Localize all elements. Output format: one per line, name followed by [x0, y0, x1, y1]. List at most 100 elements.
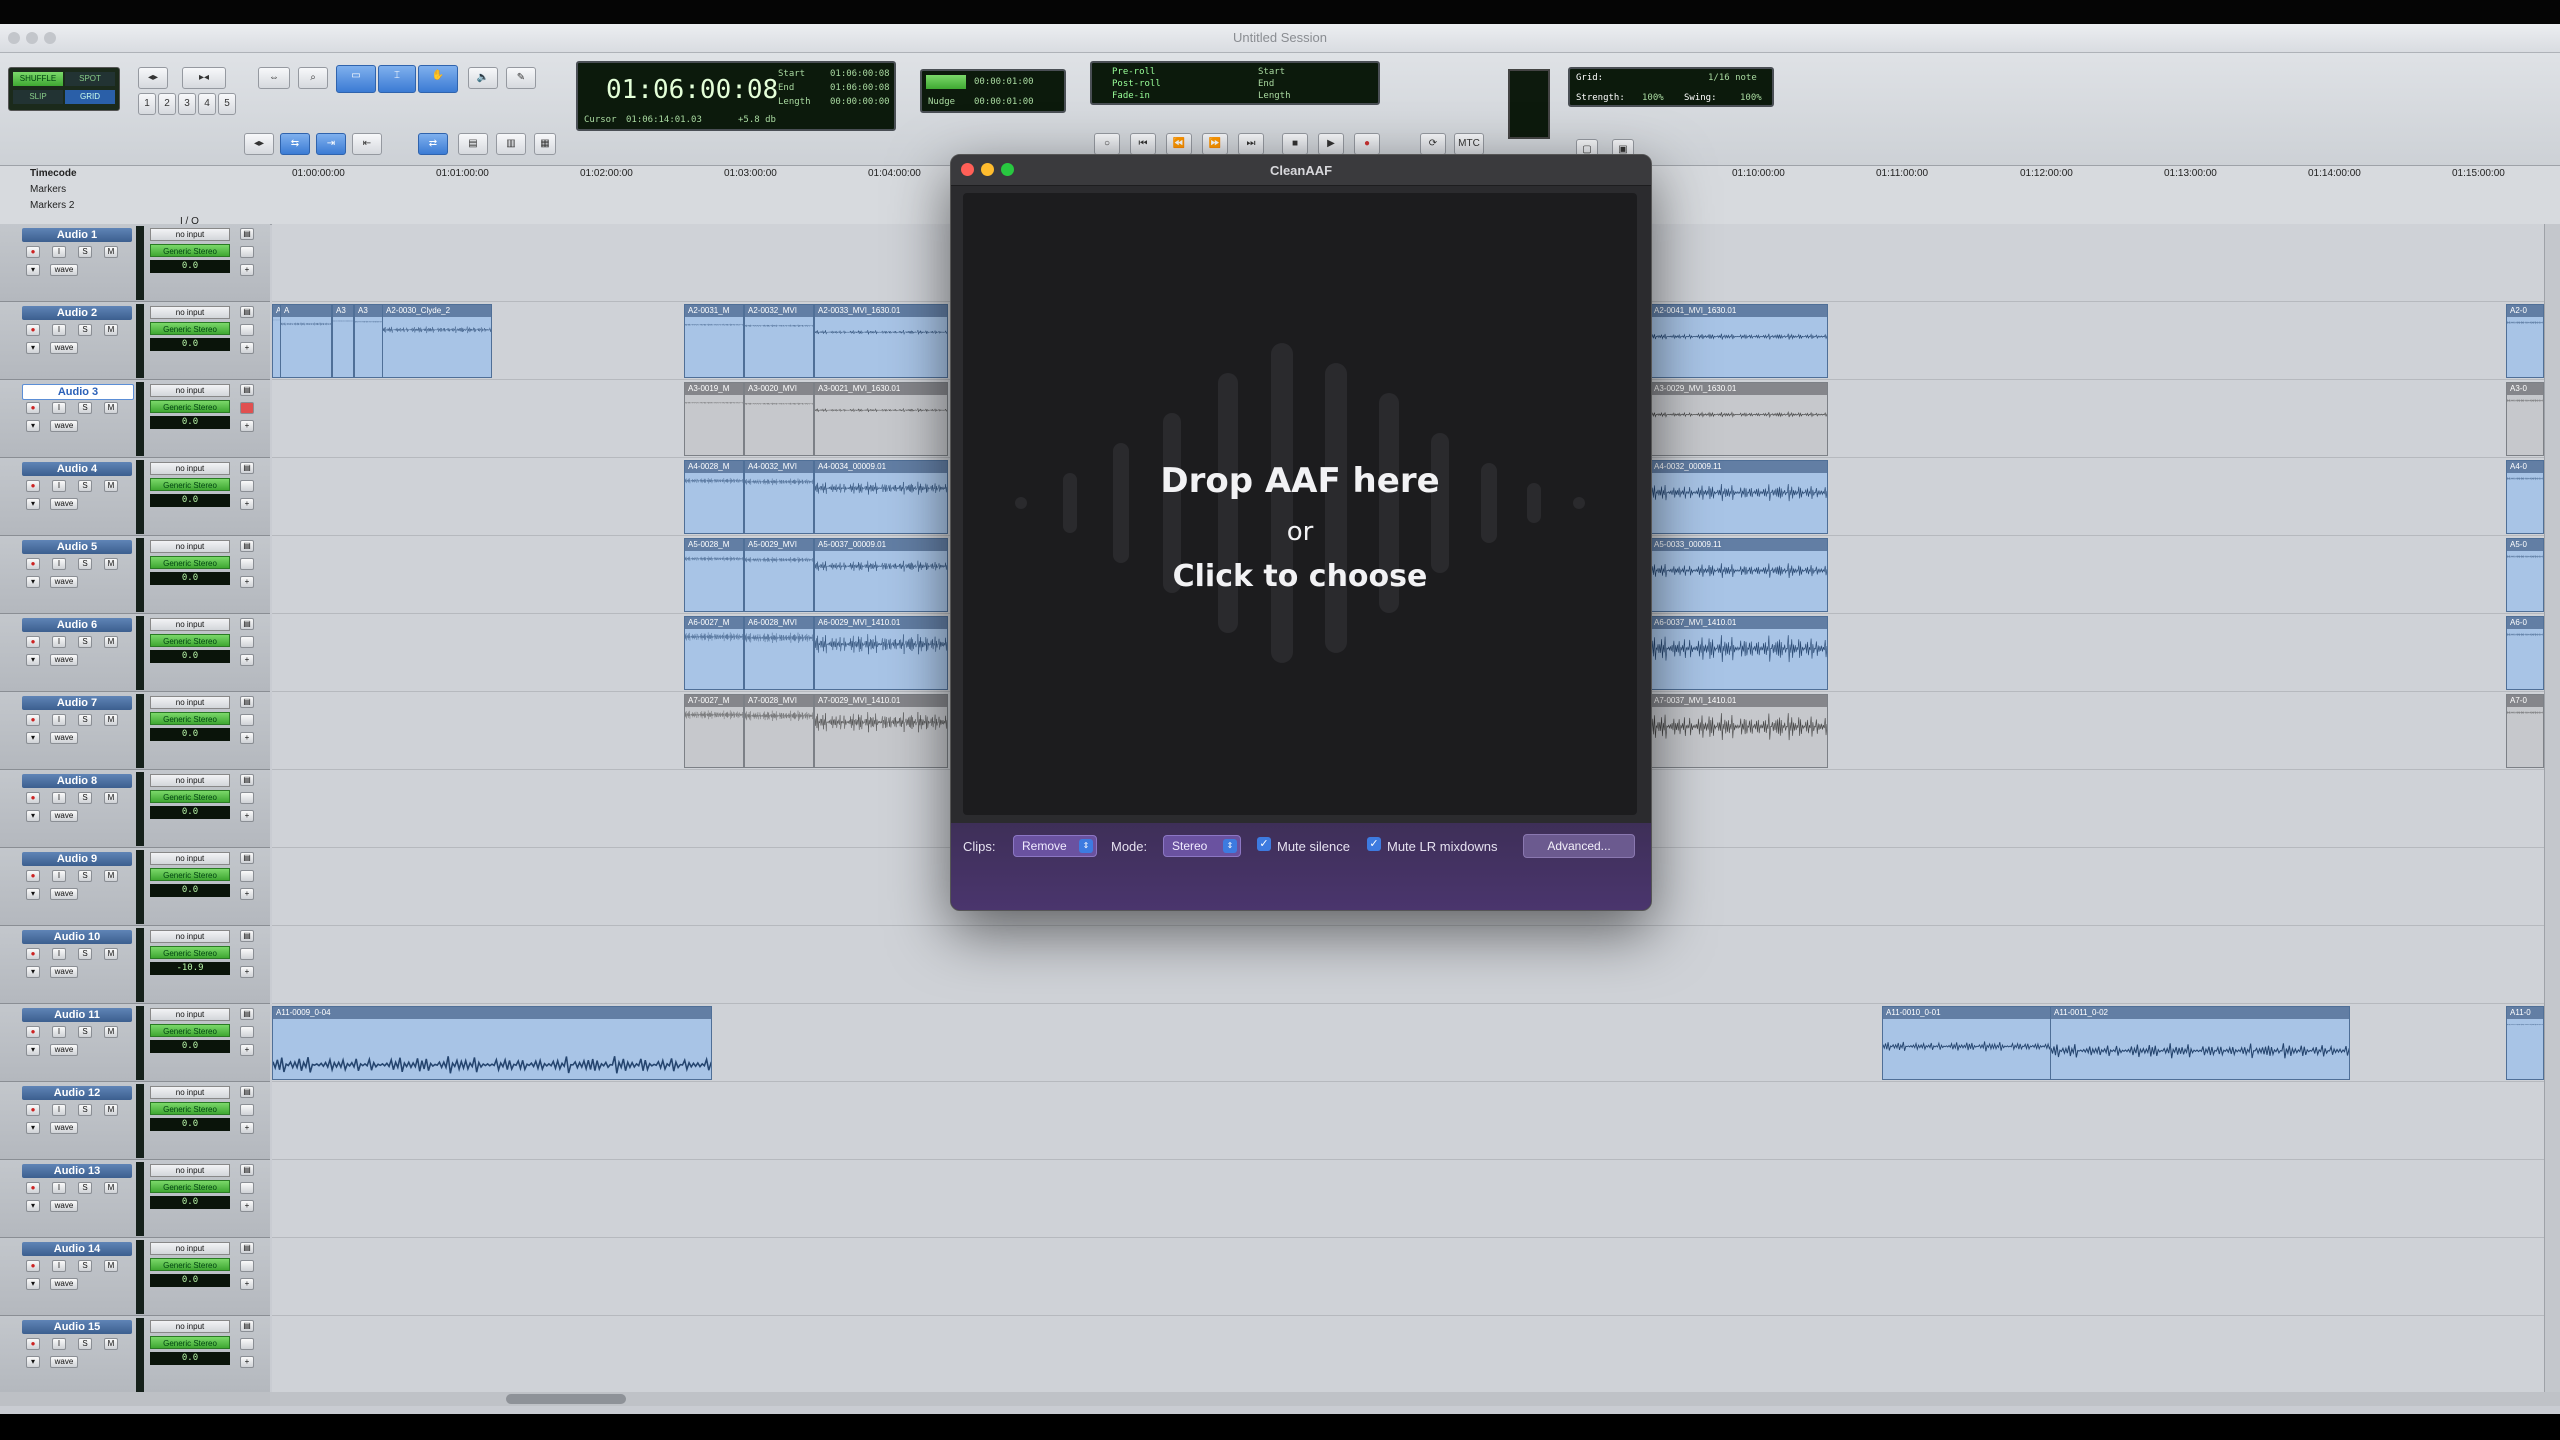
input-monitor-button[interactable]: I	[52, 870, 66, 882]
solo-button[interactable]: S	[78, 1182, 92, 1194]
audio-clip[interactable]: A4-0032_MVI	[744, 460, 814, 534]
audio-clip[interactable]: A2-0031_M	[684, 304, 744, 378]
zoom-preset-2[interactable]: 2	[158, 93, 176, 115]
track-lane[interactable]	[272, 1316, 2544, 1394]
input-monitor-button[interactable]: I	[52, 792, 66, 804]
playlist-button[interactable]: ▾	[26, 1122, 40, 1134]
mute-button[interactable]: M	[104, 246, 118, 258]
track-volume-value[interactable]: -10.9	[150, 962, 230, 975]
add-lane-icon[interactable]: +	[240, 264, 254, 276]
link-button[interactable]: ⇆	[280, 133, 310, 155]
track-header[interactable]: Audio 1 ● I S M ▾ wave no input Generic Stereo 0.…	[0, 224, 270, 302]
clips-select[interactable]: Remove ⇕	[1013, 835, 1097, 857]
track-volume-value[interactable]: 0.0	[150, 1274, 230, 1287]
audio-clip[interactable]: A	[280, 304, 332, 378]
track-view-selector[interactable]: wave	[50, 1044, 78, 1056]
track-name[interactable]: Audio 8	[22, 774, 132, 788]
track-output-selector[interactable]: Generic Stereo	[150, 790, 230, 803]
track-header[interactable]: Audio 7 ● I S M ▾ wave no input Generic Stereo 0.…	[0, 692, 270, 770]
audio-clip[interactable]: A2-0033_MVI_1630.01	[814, 304, 948, 378]
zoom-out-button[interactable]: ◂▸	[138, 67, 168, 89]
audio-clip[interactable]: A5-0	[2506, 538, 2544, 612]
playlist-button[interactable]: ▾	[26, 264, 40, 276]
track-name[interactable]: Audio 3	[22, 384, 134, 400]
track-input-selector[interactable]: no input	[150, 1164, 230, 1177]
mute-button[interactable]: M	[104, 870, 118, 882]
audio-clip[interactable]: A3-0021_MVI_1630.01	[814, 382, 948, 456]
track-volume-value[interactable]: 0.0	[150, 494, 230, 507]
track-name[interactable]: Audio 14	[22, 1242, 132, 1256]
nudge-left-button[interactable]: ◂▸	[244, 133, 274, 155]
solo-button[interactable]: S	[78, 792, 92, 804]
magnify-icon[interactable]: ⌕	[298, 67, 328, 89]
add-lane-icon[interactable]: +	[240, 1122, 254, 1134]
audio-clip[interactable]: A5-0033_00009.11	[1650, 538, 1828, 612]
shuffle-mode-button[interactable]: SHUFFLE	[13, 72, 63, 86]
record-enable-button[interactable]: ●	[26, 1182, 40, 1194]
mute-button[interactable]: M	[104, 1104, 118, 1116]
track-name[interactable]: Audio 12	[22, 1086, 132, 1100]
add-lane-icon[interactable]: +	[240, 420, 254, 432]
mute-button[interactable]: M	[104, 792, 118, 804]
input-monitor-button[interactable]: I	[52, 1182, 66, 1194]
audio-clip[interactable]: A6-0027_M	[684, 616, 744, 690]
go-to-end-button[interactable]: ⏭	[1238, 133, 1264, 155]
audio-clip[interactable]: A5-0028_M	[684, 538, 744, 612]
input-monitor-button[interactable]: I	[52, 402, 66, 414]
track-option-icon[interactable]: ▤	[240, 540, 254, 552]
solo-button[interactable]: S	[78, 1338, 92, 1350]
record-button[interactable]: ●	[1354, 133, 1380, 155]
mute-button[interactable]: M	[104, 1026, 118, 1038]
mute-button[interactable]: M	[104, 636, 118, 648]
track-name[interactable]: Audio 11	[22, 1008, 132, 1022]
track-output-selector[interactable]: Generic Stereo	[150, 946, 230, 959]
track-input-selector[interactable]: no input	[150, 618, 230, 631]
track-volume-value[interactable]: 0.0	[150, 1040, 230, 1053]
solo-button[interactable]: S	[78, 636, 92, 648]
track-name[interactable]: Audio 15	[22, 1320, 132, 1334]
input-monitor-button[interactable]: I	[52, 948, 66, 960]
main-counter-display[interactable]: 01:06:00:08 Start End Length 01:06:00:08…	[576, 61, 896, 131]
solo-button[interactable]: S	[78, 714, 92, 726]
zoom-window-button[interactable]	[44, 32, 56, 44]
track-option-icon[interactable]: ▤	[240, 1320, 254, 1332]
track-view-selector[interactable]: wave	[50, 264, 78, 276]
add-lane-icon[interactable]: +	[240, 1278, 254, 1290]
track-output-selector[interactable]: Generic Stereo	[150, 556, 230, 569]
track-option-icon[interactable]: ▤	[240, 306, 254, 318]
solo-button[interactable]: S	[78, 1026, 92, 1038]
track-name[interactable]: Audio 7	[22, 696, 132, 710]
track-input-selector[interactable]: no input	[150, 384, 230, 397]
mute-button[interactable]: M	[104, 480, 118, 492]
vertical-scrollbar[interactable]	[2544, 224, 2560, 1402]
audio-clip[interactable]: A3-0019_M	[684, 382, 744, 456]
solo-button[interactable]: S	[78, 402, 92, 414]
playlist-button[interactable]: ▾	[26, 654, 40, 666]
track-option-icon[interactable]: ▤	[240, 1086, 254, 1098]
zoom-preset-5[interactable]: 5	[218, 93, 236, 115]
track-volume-value[interactable]: 0.0	[150, 260, 230, 273]
track-view-selector[interactable]: wave	[50, 1356, 78, 1368]
audio-clip[interactable]: A3	[354, 304, 384, 378]
track-input-selector[interactable]: no input	[150, 696, 230, 709]
track-name[interactable]: Audio 1	[22, 228, 132, 242]
track-view-selector[interactable]: wave	[50, 342, 78, 354]
audio-clip[interactable]: A3-0029_MVI_1630.01	[1650, 382, 1828, 456]
record-enable-button[interactable]: ●	[26, 480, 40, 492]
playlist-button[interactable]: ▾	[26, 732, 40, 744]
audio-clip[interactable]: A4-0034_00009.01	[814, 460, 948, 534]
track-input-selector[interactable]: no input	[150, 540, 230, 553]
tab-to-transient-button[interactable]: ⇤	[352, 133, 382, 155]
audio-clip[interactable]: A11-0	[2506, 1006, 2544, 1080]
track-input-selector[interactable]: no input	[150, 774, 230, 787]
track-option-icon[interactable]: ▤	[240, 384, 254, 396]
track-view-selector[interactable]: wave	[50, 576, 78, 588]
selector-tool-button[interactable]: ⌶	[378, 65, 416, 93]
audio-clip[interactable]: A7-0	[2506, 694, 2544, 768]
track-volume-value[interactable]: 0.0	[150, 884, 230, 897]
track-input-selector[interactable]: no input	[150, 1008, 230, 1021]
track-output-selector[interactable]: Generic Stereo	[150, 712, 230, 725]
audio-clip[interactable]: A5-0029_MVI	[744, 538, 814, 612]
add-lane-icon[interactable]: +	[240, 1200, 254, 1212]
record-enable-button[interactable]: ●	[26, 1104, 40, 1116]
